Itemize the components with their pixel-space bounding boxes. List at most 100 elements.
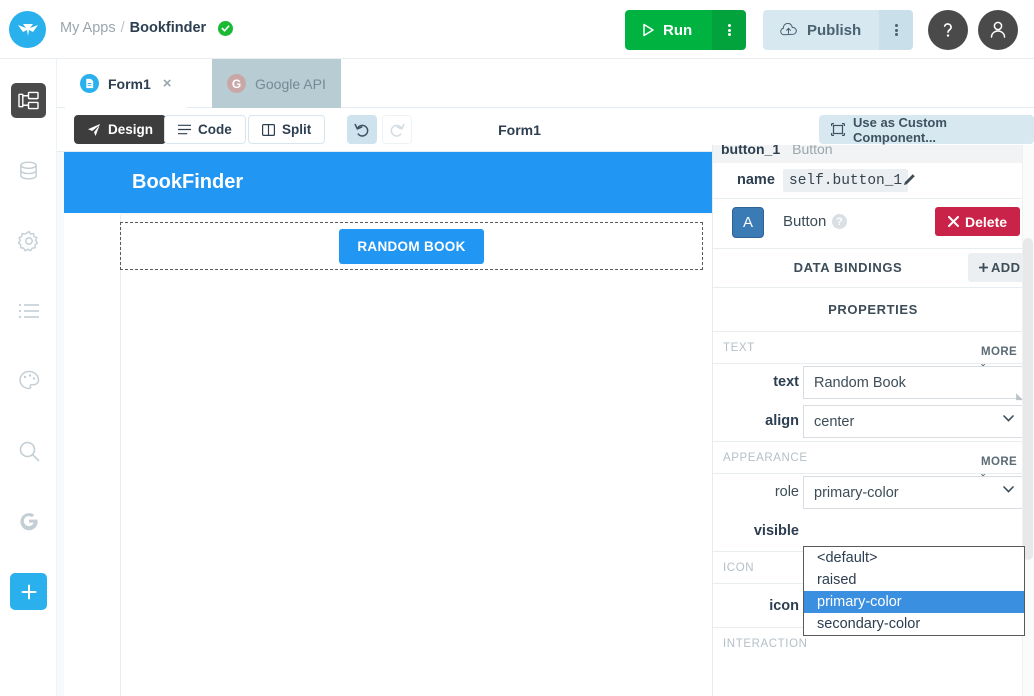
- role-option-0[interactable]: <default>: [804, 547, 1024, 569]
- list-icon: [18, 303, 40, 319]
- help-icon[interactable]: ?: [832, 214, 847, 229]
- chevron-down-icon: [1003, 486, 1014, 493]
- properties-title-row: PROPERTIES: [713, 288, 1025, 332]
- text-field-label: text: [773, 374, 799, 390]
- form-body[interactable]: [120, 215, 712, 696]
- delete-button[interactable]: Delete: [935, 207, 1020, 236]
- app-header-bar: BookFinder: [64, 152, 712, 213]
- field-row-role: role primary-color: [713, 474, 1025, 513]
- visible-field-label: visible: [754, 523, 799, 539]
- run-button-label: Run: [663, 22, 692, 39]
- use-as-custom-component-label: Use as Custom Component...: [853, 115, 1022, 145]
- pencil-icon[interactable]: [903, 172, 917, 186]
- section-text-label: TEXT: [723, 342, 755, 354]
- tab-form1-close-icon[interactable]: ×: [163, 75, 172, 92]
- role-select-value: primary-color: [814, 485, 899, 501]
- sidebar-item-dependencies[interactable]: [11, 293, 46, 328]
- split-mode-button[interactable]: Split: [248, 115, 325, 144]
- icon-field-label: icon: [769, 598, 799, 614]
- text-field-input[interactable]: Random Book: [803, 366, 1025, 399]
- paper-plane-icon: [87, 123, 101, 137]
- code-mode-label: Code: [198, 122, 232, 137]
- breadcrumb-separator: /: [121, 20, 125, 36]
- help-button[interactable]: [928, 10, 968, 50]
- tab-form1-label: Form1: [108, 76, 151, 92]
- align-select-value: center: [814, 414, 854, 430]
- redo-icon: [389, 122, 405, 137]
- run-button[interactable]: Run: [625, 10, 712, 50]
- component-name-value[interactable]: self.button_1: [783, 169, 908, 192]
- data-bindings-row: DATA BINDINGS ADD: [713, 249, 1025, 288]
- plus-icon: [20, 583, 38, 601]
- component-icon: [831, 123, 845, 136]
- question-mark-icon: [940, 20, 956, 40]
- properties-title: PROPERTIES: [713, 302, 1033, 317]
- cloud-upload-icon: [779, 23, 798, 37]
- split-pane-icon: [262, 124, 275, 136]
- role-option-1[interactable]: raised: [804, 569, 1024, 591]
- sidebar-item-app-settings[interactable]: [11, 223, 46, 258]
- breadcrumb-app-name[interactable]: Bookfinder: [130, 20, 207, 36]
- sidebar-item-search[interactable]: [11, 433, 46, 468]
- check-circle-icon: [218, 21, 233, 36]
- section-interaction-label: INTERACTION: [723, 638, 808, 650]
- section-appearance-header: APPEARANCE MORE ˇ: [713, 442, 1025, 474]
- publish-button[interactable]: Publish: [763, 10, 879, 50]
- component-drop-zone[interactable]: RANDOM BOOK: [120, 222, 703, 270]
- sidebar-item-app-browser[interactable]: [11, 83, 46, 118]
- random-book-button[interactable]: RANDOM BOOK: [339, 229, 483, 264]
- component-type-label: Button: [783, 213, 826, 230]
- tab-google-api[interactable]: G Google API: [212, 59, 341, 108]
- component-header-strip: button_1Button: [713, 145, 1034, 163]
- role-dropdown-list[interactable]: <default>raisedprimary-colorsecondary-co…: [803, 546, 1025, 636]
- section-icon-label: ICON: [723, 562, 754, 574]
- role-option-3[interactable]: secondary-color: [804, 613, 1024, 635]
- component-type-badge: A: [732, 207, 764, 238]
- run-options-kebab-icon[interactable]: [712, 10, 746, 50]
- anvil-logo-icon[interactable]: [9, 11, 46, 48]
- role-option-2[interactable]: primary-color: [804, 591, 1024, 613]
- sidebar-item-theme[interactable]: [11, 363, 46, 398]
- name-row: name self.button_1: [713, 163, 1025, 199]
- properties-scrollbar-thumb[interactable]: [1023, 238, 1033, 560]
- database-icon: [18, 160, 39, 181]
- form-design-canvas[interactable]: BookFinder RANDOM BOOK: [57, 152, 712, 696]
- close-x-icon: [948, 216, 959, 227]
- run-button-group: Run: [625, 10, 746, 50]
- tab-form1[interactable]: Form1 ×: [65, 59, 187, 108]
- current-form-title: Form1: [477, 122, 562, 138]
- code-mode-button[interactable]: Code: [164, 115, 246, 144]
- align-select[interactable]: center: [803, 405, 1025, 438]
- google-g-icon: [18, 510, 40, 532]
- section-text-header: TEXT MORE ˇ: [713, 332, 1025, 364]
- tab-google-api-label: Google API: [255, 76, 326, 92]
- user-account-button[interactable]: [978, 10, 1018, 50]
- anvil-ide: My Apps / Bookfinder Run: [0, 0, 1034, 696]
- plus-icon: [979, 263, 988, 272]
- canvas-left-gutter: [64, 213, 120, 696]
- component-header-text: button_1Button: [721, 145, 833, 157]
- form-file-icon: [80, 74, 99, 93]
- properties-panel: button_1Button name self.button_1 A Butt…: [712, 145, 1034, 696]
- publish-options-kebab-icon[interactable]: [879, 10, 913, 50]
- undo-button[interactable]: [347, 115, 377, 144]
- role-select[interactable]: primary-color: [803, 476, 1025, 509]
- name-label: name: [737, 172, 775, 188]
- design-mode-button[interactable]: Design: [74, 115, 166, 144]
- use-as-custom-component-button[interactable]: Use as Custom Component...: [819, 115, 1034, 144]
- sidebar-item-google-services[interactable]: [11, 503, 46, 538]
- field-row-align: align center: [713, 403, 1025, 442]
- redo-button[interactable]: [382, 115, 412, 144]
- component-type-row: A Button ? Delete: [713, 199, 1025, 249]
- play-icon: [641, 23, 655, 37]
- section-appearance-label: APPEARANCE: [723, 452, 808, 464]
- app-title: BookFinder: [132, 171, 243, 194]
- search-icon: [18, 440, 40, 462]
- sidebar-item-data-tables[interactable]: [11, 153, 46, 188]
- breadcrumb-my-apps[interactable]: My Apps: [60, 20, 116, 36]
- gear-icon: [18, 230, 40, 252]
- role-field-label: role: [775, 484, 799, 500]
- user-avatar-icon: [989, 20, 1007, 40]
- sitemap-icon: [18, 91, 39, 110]
- add-new-button[interactable]: [10, 573, 47, 610]
